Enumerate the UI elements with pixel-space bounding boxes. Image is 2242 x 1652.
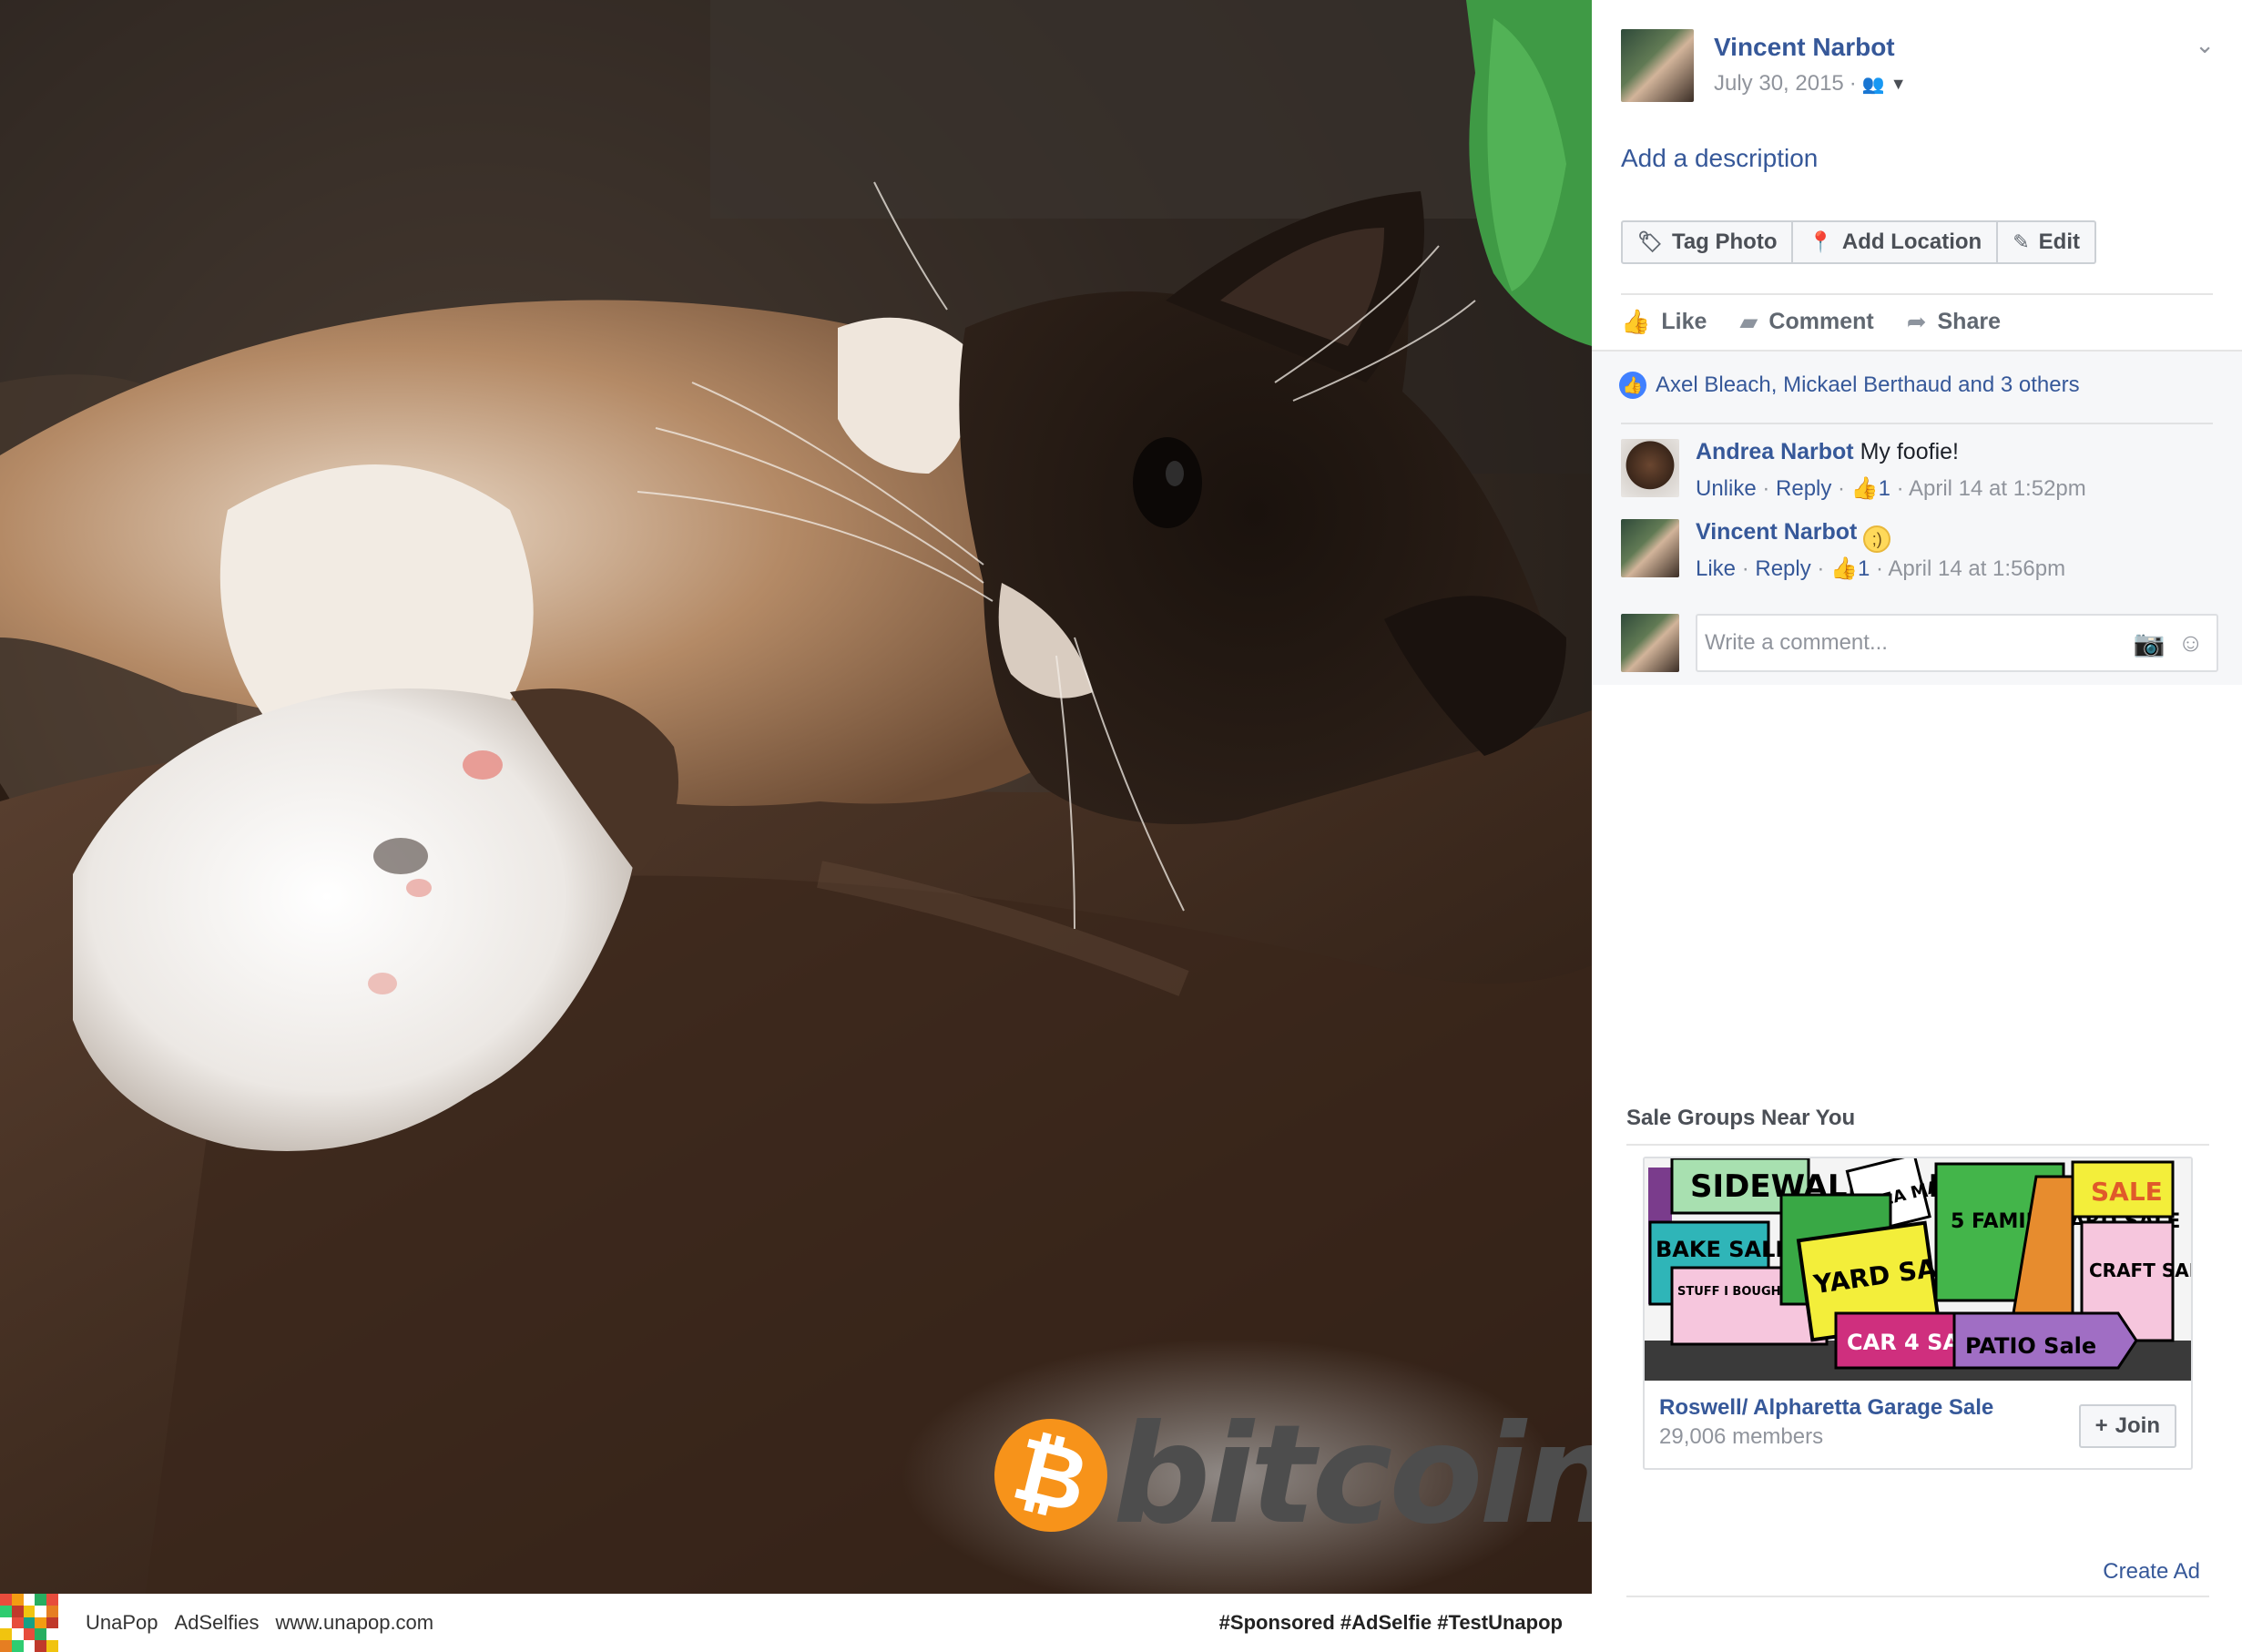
friends-icon[interactable]: 👥 xyxy=(1862,73,1885,96)
post-author-name[interactable]: Vincent Narbot xyxy=(1714,33,1895,62)
likes-summary-text[interactable]: Axel Bleach, Mickael Berthaud and 3 othe… xyxy=(1656,372,2080,398)
cat-photo-image xyxy=(0,0,1592,1594)
reply-link[interactable]: Reply xyxy=(1776,476,1831,501)
thumbs-up-outline-icon: 👍 xyxy=(1830,556,1858,581)
share-button[interactable]: ➦ Share xyxy=(1907,308,2001,336)
sale-groups-ad: Sale Groups Near You SIDEWALK SALE FLEA … xyxy=(1626,1106,2209,1470)
like-badge-icon: 👍 xyxy=(1619,372,1646,399)
comment-body: Andrea Narbot My foofie! xyxy=(1696,439,1959,465)
thumbs-up-icon: 👍 xyxy=(1621,308,1651,335)
comment-composer: 📷 ☺ xyxy=(1621,614,2218,672)
comment-time[interactable]: April 14 at 1:52pm xyxy=(1909,476,2086,501)
comment-author[interactable]: Vincent Narbot xyxy=(1696,519,1857,545)
join-group-button[interactable]: + Join xyxy=(2078,1404,2176,1448)
reply-link[interactable]: Reply xyxy=(1755,556,1810,581)
ad-group-name[interactable]: Roswell/ Alpharetta Garage Sale xyxy=(1659,1395,1993,1421)
wink-emoji-icon: ;) xyxy=(1863,525,1891,553)
comment-meta: Like · Reply · 👍1 · April 14 at 1:56pm xyxy=(1696,556,2066,581)
comment-body: Vincent Narbot ;) xyxy=(1696,519,1891,553)
unlike-link[interactable]: Unlike xyxy=(1696,476,1757,501)
divider xyxy=(1626,1596,2209,1597)
yard-sale-signs-image[interactable]: SIDEWALK SALE FLEA MARKET BAKE SALE STUF… xyxy=(1645,1158,2191,1381)
divider xyxy=(1621,293,2213,295)
comment-button[interactable]: ▰ Comment xyxy=(1739,308,1873,336)
add-location-button[interactable]: 📍 Add Location xyxy=(1793,222,1999,262)
footer-brand: UnaPop xyxy=(86,1611,158,1634)
add-description-link[interactable]: Add a description xyxy=(1621,144,1818,173)
speech-bubble-icon: ▰ xyxy=(1739,308,1758,335)
comment-author[interactable]: Andrea Narbot xyxy=(1696,439,1854,464)
divider xyxy=(1621,423,2213,424)
comment-like-count-value: 1 xyxy=(1857,556,1870,581)
ad-sign-text: PATIO Sale xyxy=(1965,1333,2096,1359)
meta-separator: · xyxy=(1849,71,1857,96)
post-options-chevron-icon[interactable]: ⌄ xyxy=(2195,31,2215,59)
tag-photo-label: Tag Photo xyxy=(1671,229,1778,254)
edit-label: Edit xyxy=(2038,229,2080,254)
post-photo[interactable]: ₿ bitcoin xyxy=(0,0,1592,1594)
ad-sign-text: BAKE SALE xyxy=(1656,1237,1790,1262)
comment-input-box[interactable]: 📷 ☺ xyxy=(1696,614,2218,672)
ad-section-title: Sale Groups Near You xyxy=(1626,1106,1856,1130)
like-button[interactable]: 👍 Like xyxy=(1621,308,1707,336)
thumbs-up-outline-icon: 👍 xyxy=(1850,476,1879,501)
comment-input[interactable] xyxy=(1697,616,2134,670)
likes-summary[interactable]: 👍 Axel Bleach, Mickael Berthaud and 3 ot… xyxy=(1619,372,2080,399)
comment-like-count-value: 1 xyxy=(1878,476,1890,501)
like-link[interactable]: Like xyxy=(1696,556,1736,581)
footer-product: AdSelfies xyxy=(174,1611,260,1634)
divider xyxy=(1626,1144,2209,1146)
post-meta: July 30, 2015 · 👥 ▼ xyxy=(1714,71,1907,97)
create-ad-link[interactable]: Create Ad xyxy=(2103,1559,2200,1585)
join-label: Join xyxy=(2115,1413,2160,1438)
plus-icon: + xyxy=(2094,1413,2108,1438)
ad-group-card[interactable]: SIDEWALK SALE FLEA MARKET BAKE SALE STUF… xyxy=(1643,1157,2193,1470)
comment-like-count[interactable]: 👍1 xyxy=(1851,476,1890,501)
ad-sign-text: CRAFT SALE xyxy=(2089,1259,2191,1281)
tag-icon: 🏷 xyxy=(1637,230,1663,253)
bitcoin-coin-icon: ₿ xyxy=(982,1406,1120,1545)
edit-button[interactable]: ✎ Edit xyxy=(1998,222,2094,262)
share-label: Share xyxy=(1937,309,2001,334)
ad-sign-text: SALE xyxy=(2091,1177,2163,1207)
current-user-avatar xyxy=(1621,614,1679,672)
ad-group-members: 29,006 members xyxy=(1659,1424,1824,1449)
photo-action-buttons: 🏷 Tag Photo 📍 Add Location ✎ Edit xyxy=(1621,220,2096,264)
footer-hashtags: #Sponsored #AdSelfie #TestUnapop xyxy=(1218,1611,1563,1634)
photo-sidebar: Vincent Narbot July 30, 2015 · 👥 ▼ ⌄ Add… xyxy=(1592,0,2242,1652)
audience-dropdown-icon[interactable]: ▼ xyxy=(1890,75,1907,94)
tag-photo-button[interactable]: 🏷 Tag Photo xyxy=(1623,222,1794,262)
camera-icon[interactable]: 📷 xyxy=(2134,628,2166,658)
bitcoin-logo: ₿ bitcoin xyxy=(982,1406,1592,1545)
unapop-logo-icon xyxy=(0,1594,58,1652)
post-date[interactable]: July 30, 2015 xyxy=(1714,71,1844,97)
location-pin-icon: 📍 xyxy=(1808,230,1833,253)
commenter-avatar[interactable] xyxy=(1621,439,1679,497)
sponsor-footer: UnaPop AdSelfies www.unapop.com #Sponsor… xyxy=(0,1594,1592,1652)
footer-url[interactable]: www.unapop.com xyxy=(275,1611,433,1635)
reaction-bar: 👍 Like ▰ Comment ➦ Share xyxy=(1621,308,2001,336)
commenter-avatar[interactable] xyxy=(1621,519,1679,577)
author-avatar[interactable] xyxy=(1621,29,1694,102)
pencil-icon: ✎ xyxy=(2013,230,2030,253)
comment-like-count[interactable]: 👍1 xyxy=(1830,556,1870,581)
comment-time[interactable]: April 14 at 1:56pm xyxy=(1888,556,2065,581)
share-arrow-icon: ➦ xyxy=(1906,308,1927,335)
bitcoin-wordmark: bitcoin xyxy=(1113,1396,1592,1555)
emoji-icon[interactable]: ☺ xyxy=(2177,628,2204,658)
comment-label: Comment xyxy=(1768,309,1874,334)
comment-meta: Unlike · Reply · 👍1 · April 14 at 1:52pm xyxy=(1696,476,2086,501)
comments-panel: 👍 Axel Bleach, Mickael Berthaud and 3 ot… xyxy=(1592,350,2242,685)
comment-text: My foofie! xyxy=(1860,439,1959,464)
add-location-label: Add Location xyxy=(1841,229,1982,254)
like-label: Like xyxy=(1661,309,1707,334)
